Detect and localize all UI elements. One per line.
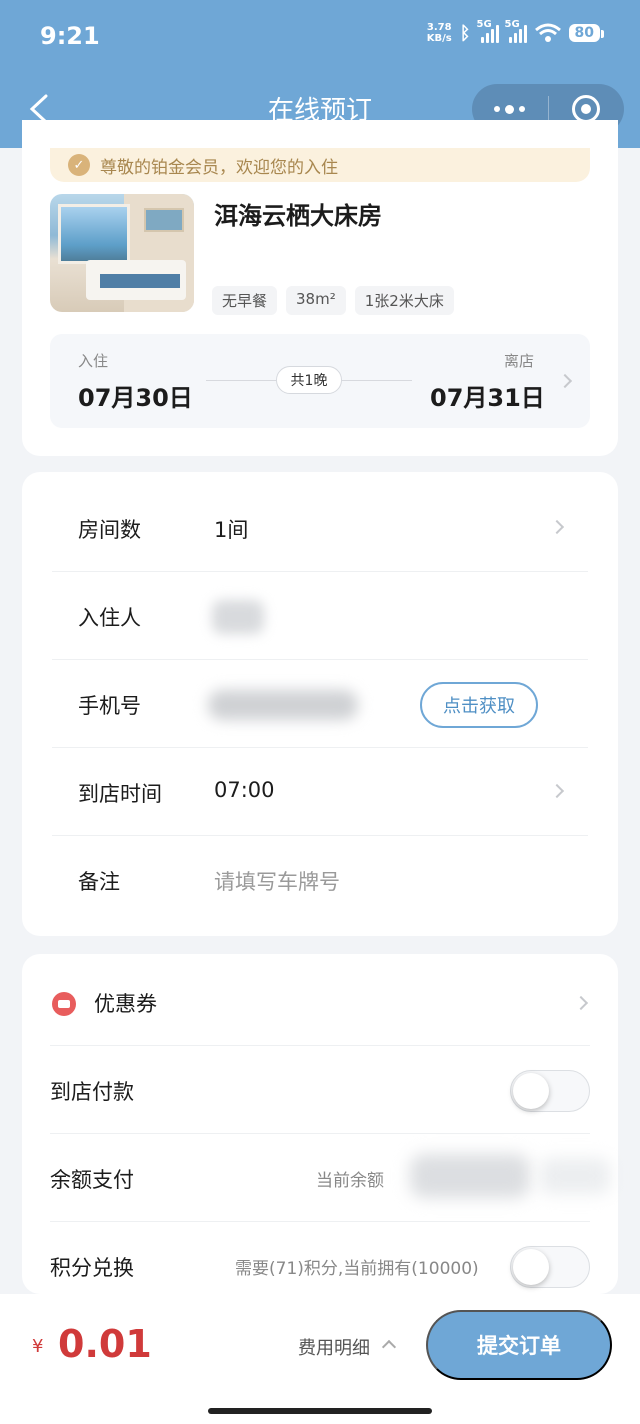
balance-label: 余额支付 <box>50 1168 134 1192</box>
signal-icon: 5G <box>505 19 527 43</box>
room-tag-area: 38m² <box>286 286 346 315</box>
wifi-icon <box>534 23 561 42</box>
checkout-label: 离店 <box>503 352 534 370</box>
arrival-time-label: 到店时间 <box>78 782 162 806</box>
points-label: 积分兑换 <box>50 1256 134 1280</box>
pay-at-hotel-label: 到店付款 <box>50 1080 134 1104</box>
arrival-time-value: 07:00 <box>214 778 275 802</box>
remark-label: 备注 <box>78 870 120 894</box>
balance-row: 余额支付 当前余额 <box>50 1134 610 1222</box>
remark-input[interactable]: 请填写车牌号 <box>214 866 340 896</box>
coupon-label: 优惠券 <box>94 992 157 1016</box>
rooms-value: 1间 <box>214 518 249 542</box>
stay-dates[interactable]: 入住 07月30日 共1晚 离店 07月31日 <box>50 334 590 428</box>
battery-icon: 80 <box>568 24 605 42</box>
total-price: 0.01 <box>58 1322 152 1366</box>
status-icons: 3.78 KB/s ᛒ 5G 5G 80 <box>427 19 605 44</box>
chevron-right-icon <box>549 519 565 535</box>
chevron-right-icon <box>549 783 565 799</box>
phone-field[interactable] <box>208 690 358 720</box>
checkin-label: 入住 <box>78 352 109 370</box>
phone-label: 手机号 <box>78 694 141 718</box>
arrival-time-row[interactable]: 到店时间 07:00 <box>52 748 588 836</box>
guest-label: 入住人 <box>78 606 141 630</box>
bluetooth-icon: ᛒ <box>459 22 471 44</box>
room-tag-breakfast: 无早餐 <box>212 286 278 315</box>
payment-card: 优惠券 到店付款 余额支付 当前余额 积分兑换 需要(71)积分,当前拥有(10… <box>22 954 618 1294</box>
bottom-bar: ¥ 0.01 费用明细 提交订单 <box>0 1294 640 1424</box>
rooms-label: 房间数 <box>78 518 141 542</box>
guest-row: 入住人 <box>52 572 588 660</box>
target-icon <box>572 95 601 123</box>
more-dots-icon <box>494 104 526 114</box>
currency-symbol: ¥ <box>32 1336 44 1357</box>
crown-icon: ✓ <box>68 154 90 176</box>
rooms-row[interactable]: 房间数 1间 <box>52 484 588 572</box>
signal-label: 5G <box>476 19 492 30</box>
points-toggle[interactable] <box>510 1246 590 1288</box>
network-speed-unit: KB/s <box>426 33 452 44</box>
checkin-date: 07月30日 <box>78 384 193 412</box>
network-speed: 3.78 KB/s <box>427 22 452 44</box>
points-hint: 需要(71)积分,当前拥有(10000) <box>235 1259 479 1279</box>
network-speed-value: 3.78 <box>426 22 452 33</box>
chevron-right-icon <box>557 373 573 389</box>
status-bar: 9:21 3.78 KB/s ᛒ 5G 5G 80 <box>0 0 640 72</box>
coupon-icon <box>52 992 76 1016</box>
pay-at-hotel-toggle[interactable] <box>510 1070 590 1112</box>
home-indicator[interactable] <box>208 1408 432 1414</box>
chevron-up-icon[interactable] <box>381 1339 397 1355</box>
balance-amount <box>410 1154 530 1198</box>
signal-label: 5G <box>504 19 520 30</box>
room-card: ✓ 尊敬的铂金会员，欢迎您的入住 洱海云栖大床房 无早餐 38m² 1张2米大床… <box>22 120 618 456</box>
submit-order-button[interactable]: 提交订单 <box>426 1310 612 1380</box>
fee-detail-button[interactable]: 费用明细 <box>298 1334 370 1360</box>
member-banner-text: 尊敬的铂金会员，欢迎您的入住 <box>100 157 338 178</box>
booking-form-card: 房间数 1间 入住人 手机号 点击获取 到店时间 07:00 备注 请填写车牌号 <box>22 472 618 936</box>
room-name: 洱海云栖大床房 <box>214 202 382 230</box>
member-banner: ✓ 尊敬的铂金会员，欢迎您的入住 <box>50 148 590 182</box>
remark-row: 备注 请填写车牌号 <box>52 836 588 924</box>
balance-hint: 当前余额 <box>316 1171 384 1191</box>
room-tag-bed: 1张2米大床 <box>354 286 454 315</box>
pay-at-hotel-row: 到店付款 <box>50 1046 590 1134</box>
balance-toggle[interactable] <box>540 1158 610 1194</box>
signal-icon: 5G <box>477 19 499 43</box>
checkout-date: 07月31日 <box>430 384 545 412</box>
chevron-right-icon <box>573 995 589 1011</box>
room-photo[interactable] <box>50 194 194 312</box>
nights-badge: 共1晚 <box>276 366 342 394</box>
room-tags: 无早餐 38m² 1张2米大床 <box>212 286 454 315</box>
guest-name-field[interactable] <box>212 600 264 634</box>
get-phone-button[interactable]: 点击获取 <box>420 682 538 728</box>
status-time: 9:21 <box>40 22 100 50</box>
phone-row: 手机号 点击获取 <box>52 660 588 748</box>
coupon-row[interactable]: 优惠券 <box>50 958 590 1046</box>
